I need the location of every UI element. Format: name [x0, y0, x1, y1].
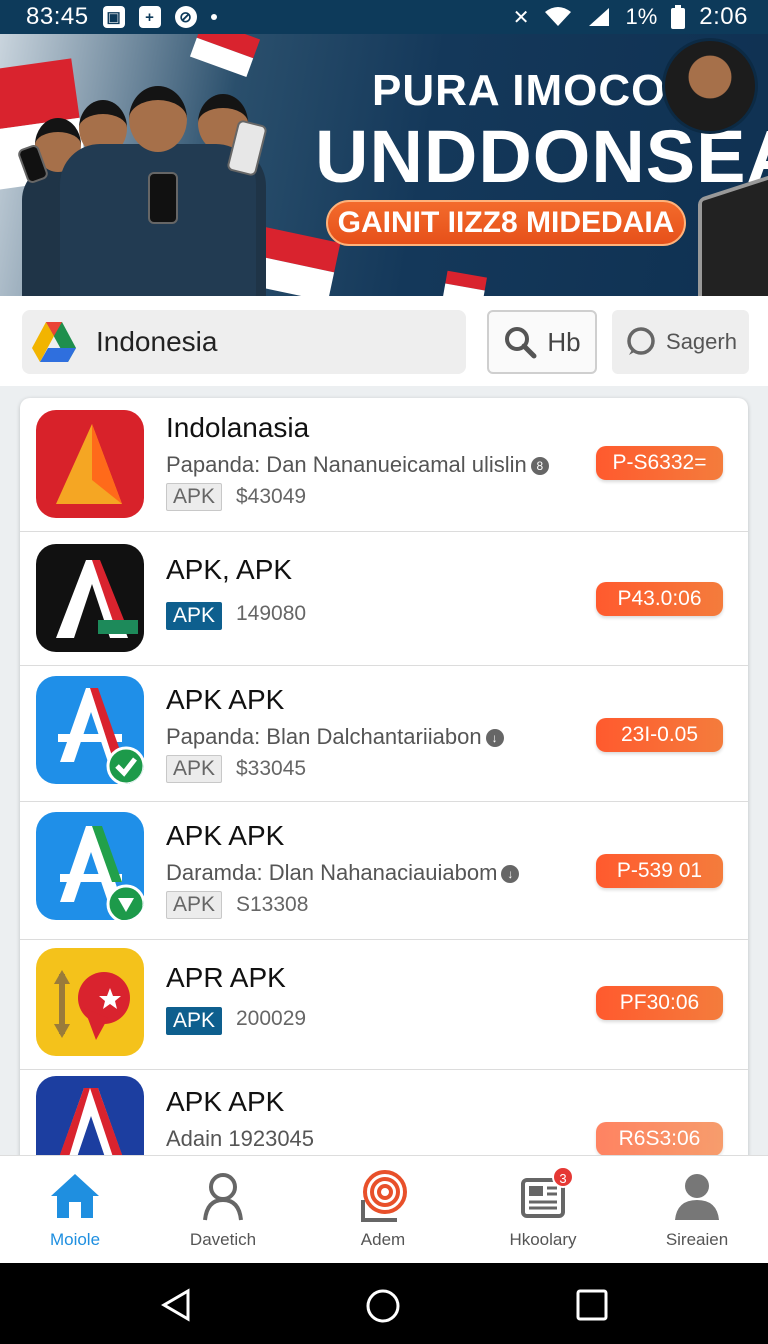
region-label: Indonesia — [96, 326, 218, 357]
nav-label: Sireaien — [665, 1230, 729, 1249]
search-icon — [505, 327, 537, 359]
flag-decoration — [189, 34, 261, 78]
chat-search-icon — [627, 327, 655, 355]
app-name: APK APK — [166, 820, 285, 851]
apk-tag: APK — [166, 755, 223, 783]
info-icon: 8 — [530, 457, 549, 476]
app-size: $33045 — [236, 757, 307, 780]
banner-cta-button[interactable]: GAINIT IIZZ8 MIDEDAIA — [326, 200, 686, 246]
app-icon — [36, 544, 144, 652]
apk-tag: APK — [166, 602, 223, 630]
app-name: APK APK — [166, 1086, 285, 1117]
profile-icon — [675, 1174, 719, 1220]
list-item[interactable]: APK, APK APK 149080 P43.0:06 — [20, 532, 748, 666]
app-icon — [36, 812, 144, 920]
price-button[interactable]: P43.0:06 — [596, 582, 723, 616]
status-time-left: 83:45 — [26, 3, 89, 30]
promo-banner[interactable]: PURA IMOCOAN UNDDONSEA GAINIT IIZZ8 MIDE… — [0, 34, 768, 296]
list-item[interactable]: APK APK Papanda: Blan Dalchantariiabon ↓ … — [20, 666, 748, 802]
secondary-search-label: Sagerh — [666, 329, 737, 354]
nav-label: Davetich — [189, 1230, 257, 1249]
phone-illustration — [148, 172, 178, 224]
app-list: Indolanasia Papanda: Dan Nananueicamal u… — [20, 398, 748, 1168]
app-name: Indolanasia — [166, 412, 310, 443]
banner-avatar — [662, 38, 758, 134]
app-name: APK, APK — [166, 554, 293, 585]
user-search-icon — [203, 1173, 243, 1221]
list-item[interactable]: APK APK Adain 1923045 R6S3:06 — [20, 1070, 748, 1168]
apk-tag: APK — [166, 1007, 223, 1035]
nav-home[interactable]: Moiole — [0, 1156, 150, 1264]
notification-dot-icon — [210, 14, 217, 20]
app-size: 149080 — [236, 602, 307, 625]
mute-icon: ✕ — [512, 6, 530, 29]
battery-text: 1% — [625, 4, 658, 29]
list-item[interactable]: Indolanasia Papanda: Dan Nananueicamal u… — [20, 398, 748, 532]
price-button[interactable]: PF30:06 — [596, 986, 723, 1020]
nav-label: Hkoolary — [509, 1230, 577, 1249]
apk-tag: APK — [166, 483, 223, 511]
nav-search[interactable]: Davetich — [148, 1156, 298, 1264]
nav-label: Moiole — [49, 1230, 101, 1249]
app-size: S13308 — [236, 893, 309, 916]
list-item[interactable]: APR APK APK 200029 PF30:06 — [20, 940, 748, 1070]
app-description: Adain 1923045 — [166, 1126, 315, 1151]
app-icon — [36, 676, 144, 784]
recents-icon[interactable] — [574, 1287, 610, 1323]
flag-decoration — [443, 270, 487, 296]
compass-notification-icon: ⊘ — [174, 6, 197, 28]
list-item[interactable]: APK APK Daramda: Dlan Nahanaciauiabom ↓ A… — [20, 802, 748, 940]
app-name: APR APK — [166, 962, 286, 993]
nav-label: Adem — [360, 1230, 406, 1249]
app-size: 200029 — [236, 1007, 307, 1030]
signal-icon — [589, 8, 610, 26]
app-description: Papanda: Dan Nananueicamal ulislin 8 — [166, 452, 549, 478]
app-description: Papanda: Blan Dalchantariiabon ↓ — [166, 724, 504, 750]
secondary-search-button[interactable]: Sagerh — [612, 310, 749, 374]
app-icon — [36, 410, 144, 518]
bottom-navigation: Moiole Davetich Adem 3 Hkoolary Sireaien — [0, 1155, 768, 1263]
wifi-icon — [545, 7, 572, 26]
system-navigation-bar — [0, 1263, 768, 1344]
nav-adem[interactable]: Adem — [308, 1156, 458, 1264]
download-icon: ↓ — [485, 729, 504, 748]
apk-tag: APK — [166, 891, 223, 919]
battery-icon — [671, 5, 686, 29]
app-description: Daramda: Dlan Nahanaciauiabom ↓ — [166, 860, 520, 886]
home-button-icon[interactable] — [364, 1287, 402, 1325]
price-button[interactable]: P-S6332= — [596, 446, 723, 480]
download-icon: ↓ — [501, 865, 520, 884]
gallery-notification-icon: ▣ — [102, 6, 125, 28]
nav-news[interactable]: 3 Hkoolary — [468, 1156, 618, 1264]
back-icon[interactable] — [158, 1287, 194, 1323]
price-button[interactable]: P-539 01 — [596, 854, 723, 888]
search-button[interactable]: Hb — [487, 310, 597, 374]
price-button[interactable]: R6S3:06 — [596, 1122, 723, 1156]
app-icon — [36, 948, 144, 1056]
price-button[interactable]: 23I-0.05 — [596, 718, 723, 752]
region-selector[interactable]: Indonesia — [22, 310, 466, 374]
app-size: $43049 — [236, 485, 307, 508]
app-name: APK APK — [166, 684, 285, 715]
nav-profile[interactable]: Sireaien — [622, 1156, 768, 1264]
search-button-label: Hb — [547, 326, 581, 357]
search-row: Indonesia Hb Sagerh — [0, 296, 768, 386]
plus-notification-icon: + — [138, 6, 161, 28]
spiral-icon — [361, 1170, 407, 1222]
status-bar: 83:45 ▣ + ⊘ ✕ 1% 2:06 — [0, 0, 768, 34]
notification-badge: 3 — [552, 1166, 574, 1188]
home-icon — [51, 1174, 99, 1218]
drive-logo-icon — [32, 322, 76, 362]
status-time-right: 2:06 — [699, 3, 748, 30]
